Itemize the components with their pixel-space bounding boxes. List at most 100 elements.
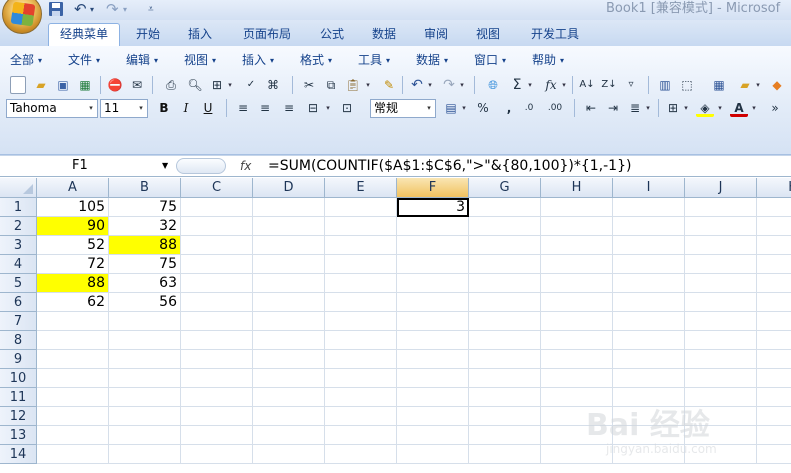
- cell-k2[interactable]: [757, 217, 791, 236]
- row-header-5[interactable]: 5: [0, 274, 37, 293]
- menu-tools[interactable]: 工具 ▾: [358, 50, 390, 70]
- menu-edit[interactable]: 编辑 ▾: [126, 50, 158, 70]
- cell-i9[interactable]: [613, 350, 685, 369]
- chevron-down-icon[interactable]: ▾: [560, 76, 568, 94]
- cell-h9[interactable]: [541, 350, 613, 369]
- cell-d10[interactable]: [253, 369, 325, 388]
- cell-b8[interactable]: [109, 331, 181, 350]
- cell-k5[interactable]: [757, 274, 791, 293]
- cell-f10[interactable]: [397, 369, 469, 388]
- cell-a9[interactable]: [37, 350, 109, 369]
- cell-d6[interactable]: [253, 293, 325, 312]
- percent-icon[interactable]: %: [474, 99, 492, 117]
- sort-descending-icon[interactable]: Z↓: [600, 76, 618, 94]
- tab-page-layout[interactable]: 页面布局: [232, 25, 302, 45]
- cell-k1[interactable]: [757, 198, 791, 217]
- undo-icon[interactable]: ↶: [408, 76, 426, 94]
- cut-icon[interactable]: ✂: [300, 76, 318, 94]
- cell-f8[interactable]: [397, 331, 469, 350]
- cell-d1[interactable]: [253, 198, 325, 217]
- email-icon[interactable]: ✉: [128, 76, 146, 94]
- cell-j2[interactable]: [685, 217, 757, 236]
- cell-i6[interactable]: [613, 293, 685, 312]
- fill-color-icon[interactable]: ◈: [696, 99, 714, 117]
- chevron-down-icon[interactable]: ▾: [754, 76, 762, 94]
- menu-file[interactable]: 文件 ▾: [68, 50, 100, 70]
- cell-b6[interactable]: 56: [109, 293, 181, 312]
- cell-b3[interactable]: 88: [109, 236, 181, 255]
- cell-c1[interactable]: [181, 198, 253, 217]
- table-icon[interactable]: ▦: [710, 76, 728, 94]
- column-header-c[interactable]: C: [181, 178, 253, 198]
- cell-g14[interactable]: [469, 445, 541, 464]
- cell-a13[interactable]: [37, 426, 109, 445]
- cell-f9[interactable]: [397, 350, 469, 369]
- italic-button[interactable]: I: [176, 99, 196, 117]
- column-header-d[interactable]: D: [253, 178, 325, 198]
- cell-b12[interactable]: [109, 407, 181, 426]
- cell-c9[interactable]: [181, 350, 253, 369]
- row-header-7[interactable]: 7: [0, 312, 37, 331]
- research-icon[interactable]: ⊞: [208, 76, 226, 94]
- cell-e9[interactable]: [325, 350, 397, 369]
- cell-j10[interactable]: [685, 369, 757, 388]
- cell-c10[interactable]: [181, 369, 253, 388]
- align-center-icon[interactable]: ≡: [256, 99, 274, 117]
- row-header-6[interactable]: 6: [0, 293, 37, 312]
- cell-g11[interactable]: [469, 388, 541, 407]
- cell-f11[interactable]: [397, 388, 469, 407]
- cell-e4[interactable]: [325, 255, 397, 274]
- cell-i1[interactable]: [613, 198, 685, 217]
- cell-c8[interactable]: [181, 331, 253, 350]
- cell-k7[interactable]: [757, 312, 791, 331]
- cell-i2[interactable]: [613, 217, 685, 236]
- cell-d13[interactable]: [253, 426, 325, 445]
- merge-center-icon[interactable]: ⊟: [304, 99, 322, 117]
- redo-icon[interactable]: ↷: [106, 1, 119, 18]
- cell-h3[interactable]: [541, 236, 613, 255]
- cell-h6[interactable]: [541, 293, 613, 312]
- cell-g7[interactable]: [469, 312, 541, 331]
- cell-k6[interactable]: [757, 293, 791, 312]
- column-header-b[interactable]: B: [109, 178, 181, 198]
- font-color-icon[interactable]: A: [730, 99, 748, 117]
- paste-icon[interactable]: 📋︎: [344, 76, 362, 94]
- cell-j7[interactable]: [685, 312, 757, 331]
- research-book-icon[interactable]: ⌘: [264, 76, 282, 94]
- open-folder-icon[interactable]: ▰: [32, 76, 50, 94]
- formula-input[interactable]: =SUM(COUNTIF($A$1:$C$6,">"&{80,100})*{1,…: [268, 156, 631, 176]
- increase-indent-icon[interactable]: ⇥: [604, 99, 622, 117]
- cell-d2[interactable]: [253, 217, 325, 236]
- cell-e2[interactable]: [325, 217, 397, 236]
- cell-j5[interactable]: [685, 274, 757, 293]
- cell-j8[interactable]: [685, 331, 757, 350]
- cell-a5[interactable]: 88: [37, 274, 109, 293]
- cell-g2[interactable]: [469, 217, 541, 236]
- row-header-12[interactable]: 12: [0, 407, 37, 426]
- cell-b9[interactable]: [109, 350, 181, 369]
- cell-c7[interactable]: [181, 312, 253, 331]
- cell-b11[interactable]: [109, 388, 181, 407]
- cell-g9[interactable]: [469, 350, 541, 369]
- cell-k4[interactable]: [757, 255, 791, 274]
- chevron-down-icon[interactable]: ▾: [644, 99, 652, 117]
- select-all-corner[interactable]: [0, 178, 37, 198]
- cell-f13[interactable]: [397, 426, 469, 445]
- cell-a10[interactable]: [37, 369, 109, 388]
- cell-g13[interactable]: [469, 426, 541, 445]
- cell-e6[interactable]: [325, 293, 397, 312]
- cell-j3[interactable]: [685, 236, 757, 255]
- cell-g4[interactable]: [469, 255, 541, 274]
- chevron-down-icon[interactable]: ▾: [364, 76, 372, 94]
- row-header-2[interactable]: 2: [0, 217, 37, 236]
- cell-g12[interactable]: [469, 407, 541, 426]
- column-header-i[interactable]: I: [613, 178, 685, 198]
- cell-c4[interactable]: [181, 255, 253, 274]
- decrease-decimal-icon[interactable]: .00: [546, 99, 564, 117]
- sort-ascending-icon[interactable]: A↓: [578, 76, 596, 94]
- diamond-icon[interactable]: ◆: [768, 76, 786, 94]
- excel-icon[interactable]: ▦: [76, 76, 94, 94]
- redo-icon[interactable]: ↷: [440, 76, 458, 94]
- row-header-1[interactable]: 1: [0, 198, 37, 217]
- decrease-indent-icon[interactable]: ⇤: [582, 99, 600, 117]
